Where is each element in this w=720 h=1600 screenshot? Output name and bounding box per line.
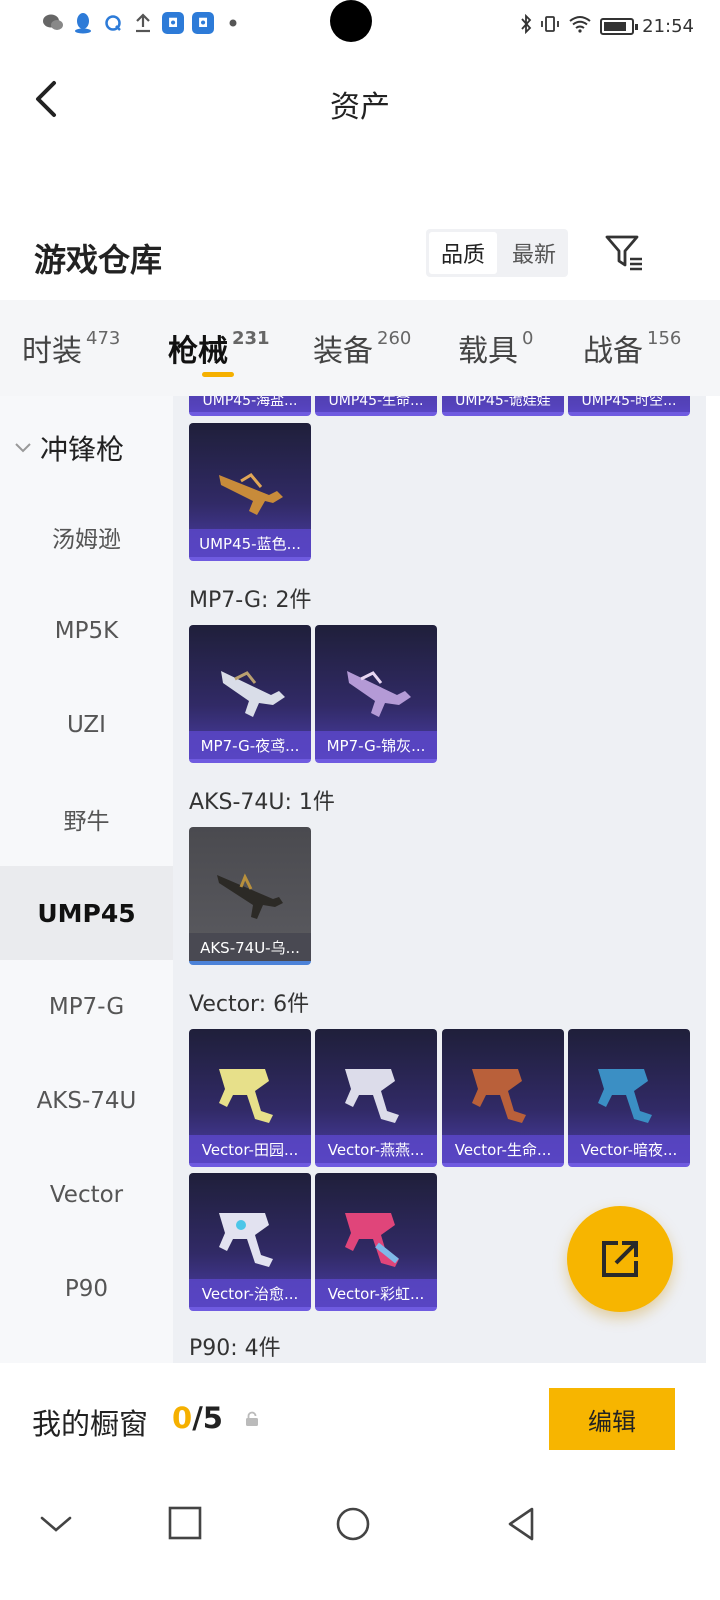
weapon-card[interactable]: UMP45-诡娃娃 xyxy=(442,396,564,416)
weapon-card[interactable]: UMP45-生命... xyxy=(315,396,437,416)
upload-icon xyxy=(132,12,154,34)
page-title: 资产 xyxy=(330,90,390,125)
sort-toggle: 品质 最新 xyxy=(426,229,568,277)
weapon-card[interactable]: Vector-暗夜... xyxy=(568,1029,690,1167)
section-heading-aks74u: AKS-74U: 1件 xyxy=(189,790,335,815)
battery-icon xyxy=(600,18,639,35)
tab-supplies[interactable]: 战备 156 xyxy=(583,326,681,370)
smg-icon xyxy=(347,671,411,717)
tab-equipment[interactable]: 装备 260 xyxy=(313,326,411,370)
sidebar-item-ump45[interactable]: UMP45 xyxy=(0,866,173,960)
app-icon: ◘ xyxy=(192,12,214,34)
tab-fashion[interactable]: 时装 473 xyxy=(22,326,120,370)
weapon-card[interactable]: Vector-彩虹... xyxy=(315,1173,437,1311)
app-icon: ◘ xyxy=(162,12,184,34)
vector-gun-icon xyxy=(598,1069,652,1123)
chevron-down-icon xyxy=(15,443,31,453)
sidebar-item-bizon[interactable]: 野牛 xyxy=(0,772,173,866)
tab-vehicles[interactable]: 载具 0 xyxy=(458,326,533,370)
smg-icon xyxy=(221,671,285,717)
camera-cutout xyxy=(330,0,372,42)
weapon-sidebar: 冲锋枪 汤姆逊 MP5K UZI 野牛 UMP45 MP7-G AKS-74U … xyxy=(0,396,173,1363)
sidebar-item-mp7g[interactable]: MP7-G xyxy=(0,960,173,1054)
nav-home-button[interactable] xyxy=(333,1504,373,1544)
bluetooth-icon xyxy=(520,13,532,39)
sidebar-item-mp5k[interactable]: MP5K xyxy=(0,584,173,678)
nav-back-button[interactable] xyxy=(502,1504,542,1544)
weapon-card[interactable]: MP7-G-锦灰... xyxy=(315,625,437,763)
square-icon xyxy=(168,1506,202,1540)
category-tabs: 时装 473 枪械 231 装备 260 载具 0 战备 156 xyxy=(0,300,720,396)
weapon-card[interactable]: Vector-燕燕... xyxy=(315,1029,437,1167)
showcase-bar: 我的橱窗 0/5 编辑 xyxy=(0,1363,720,1478)
nav-recents-button[interactable] xyxy=(166,1504,206,1544)
warehouse-title: 游戏仓库 xyxy=(34,241,163,279)
vector-gun-icon xyxy=(219,1069,273,1123)
chevron-down-icon xyxy=(40,1516,72,1532)
weapon-card[interactable]: UMP45-蓝色... xyxy=(189,423,311,561)
share-icon xyxy=(602,1241,638,1277)
edit-button[interactable]: 编辑 xyxy=(549,1388,675,1450)
sort-quality-button[interactable]: 品质 xyxy=(429,232,497,274)
sort-newest-button[interactable]: 最新 xyxy=(500,229,568,277)
weapon-card[interactable]: UMP45-时空... xyxy=(568,396,690,416)
nav-collapse-button[interactable] xyxy=(36,1504,76,1544)
sidebar-item-uzi[interactable]: UZI xyxy=(0,678,173,772)
vector-gun-icon xyxy=(345,1069,399,1123)
weapon-card[interactable]: AKS-74U-乌... xyxy=(189,827,311,965)
wifi-icon xyxy=(568,15,592,38)
sidebar-item-aks74u[interactable]: AKS-74U xyxy=(0,1054,173,1148)
section-heading-p90: P90: 4件 xyxy=(189,1336,281,1361)
circle-icon xyxy=(336,1507,370,1541)
vector-gun-icon xyxy=(345,1213,399,1267)
section-heading-vector: Vector: 6件 xyxy=(189,992,310,1017)
sidebar-item-thompson[interactable]: 汤姆逊 xyxy=(0,490,173,584)
filter-icon xyxy=(605,235,642,271)
filter-button[interactable] xyxy=(604,233,644,273)
weapon-card[interactable]: MP7-G-夜鸢... xyxy=(189,625,311,763)
showcase-label: 我的橱窗 xyxy=(32,1407,149,1441)
sidebar-item-p90[interactable]: P90 xyxy=(0,1242,173,1336)
vibrate-icon xyxy=(540,14,560,39)
vector-gun-icon xyxy=(219,1213,273,1267)
system-status: 21:54 xyxy=(520,13,694,39)
weapon-card[interactable]: UMP45-海盐... xyxy=(189,396,311,416)
chat-icon xyxy=(102,12,124,34)
system-nav-bar xyxy=(0,1478,720,1600)
notification-icons: ◘ ◘ xyxy=(42,12,244,34)
share-fab-button[interactable] xyxy=(567,1206,673,1312)
weapon-card[interactable]: Vector-治愈... xyxy=(189,1173,311,1311)
triangle-back-icon xyxy=(508,1507,534,1541)
showcase-count: 0/5 xyxy=(172,1401,223,1435)
vector-gun-icon xyxy=(472,1069,526,1123)
qq-icon xyxy=(72,12,94,34)
status-bar: ◘ ◘ 21:54 xyxy=(0,0,720,52)
lock-icon xyxy=(246,1411,258,1426)
section-heading-mp7g: MP7-G: 2件 xyxy=(189,588,312,613)
header: 资产 xyxy=(0,52,720,152)
warehouse-header: 游戏仓库 品质 最新 xyxy=(0,215,720,295)
wechat-icon xyxy=(42,12,64,34)
sidebar-item-vector[interactable]: Vector xyxy=(0,1148,173,1242)
weapon-card[interactable]: Vector-田园... xyxy=(189,1029,311,1167)
tab-guns[interactable]: 枪械 231 xyxy=(168,326,270,370)
more-dot-icon xyxy=(222,12,244,34)
active-tab-indicator xyxy=(202,372,234,377)
weapon-card[interactable]: Vector-生命... xyxy=(442,1029,564,1167)
clock: 21:54 xyxy=(642,16,694,37)
sidebar-category[interactable]: 冲锋枪 xyxy=(14,428,124,468)
rifle-icon xyxy=(217,873,283,919)
smg-icon xyxy=(219,473,283,515)
